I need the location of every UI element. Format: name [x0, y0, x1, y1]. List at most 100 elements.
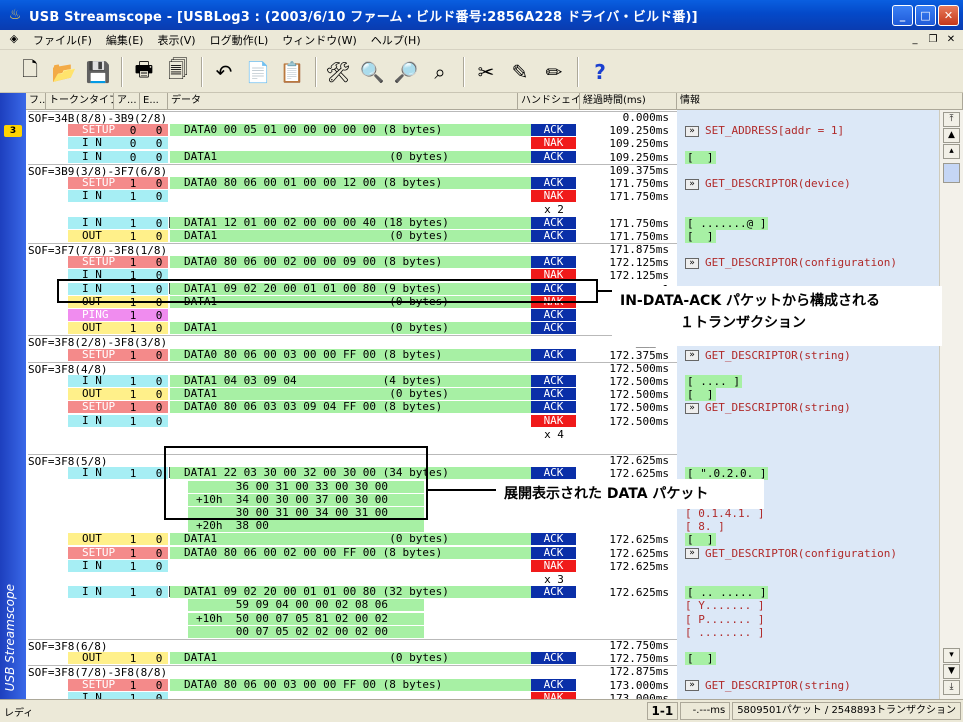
menu-file[interactable]: ファイル(F): [26, 32, 99, 48]
decode-icon[interactable]: »: [685, 350, 699, 362]
menu-view[interactable]: 表示(V): [150, 32, 202, 48]
data-packet[interactable]: DATA0 80 06 00 02 00 00 FF 00 (8 bytes): [170, 546, 532, 559]
data-packet[interactable]: DATA1 (0 bytes): [170, 322, 532, 335]
handshake-ack[interactable]: ACK: [531, 322, 576, 335]
handshake-ack[interactable]: ACK: [531, 229, 576, 242]
data-packet[interactable]: DATA0 80 06 03 03 09 04 FF 00 (8 bytes): [170, 401, 532, 414]
data-packet[interactable]: DATA1 04 03 09 04 (4 bytes): [170, 375, 532, 387]
column-endpoint[interactable]: E...: [140, 93, 168, 109]
data-packet[interactable]: DATA1 (0 bytes): [170, 652, 532, 665]
mdi-minimize-button[interactable]: _: [907, 33, 923, 47]
menu-window[interactable]: ウィンドウ(W): [275, 32, 363, 48]
scroll-thumb[interactable]: [943, 163, 960, 183]
decode-icon[interactable]: »: [685, 125, 699, 137]
handshake-ack[interactable]: ACK: [531, 150, 576, 163]
handshake-ack[interactable]: ACK: [531, 546, 576, 559]
mdi-close-button[interactable]: ✕: [943, 33, 959, 47]
scroll-page-down-icon[interactable]: ▼: [943, 664, 960, 679]
data-packet[interactable]: DATA1 (0 bytes): [170, 533, 532, 546]
decode-icon[interactable]: »: [685, 257, 699, 269]
scroll-down-icon[interactable]: ▾: [943, 648, 960, 663]
column-handshake[interactable]: ハンドシェイク: [518, 93, 580, 109]
handshake-ack[interactable]: ACK: [531, 401, 576, 414]
sof-row[interactable]: SOF=3F8(6/8): [28, 639, 677, 653]
data-packet[interactable]: DATA0 80 06 00 02 00 00 09 00 (8 bytes): [170, 256, 532, 269]
vertical-scrollbar[interactable]: ⤒ ▲ ▴ ▾ ▼ ⤓: [939, 110, 963, 699]
new-file-icon[interactable]: 🗋: [14, 56, 46, 88]
undo-icon[interactable]: ↶: [208, 56, 240, 88]
data-packet[interactable]: DATA1 (0 bytes): [170, 229, 532, 242]
data-packet[interactable]: DATA0 80 06 00 03 00 00 FF 00 (8 bytes): [170, 678, 532, 691]
handshake-nak[interactable]: NAK: [531, 414, 576, 427]
column-info[interactable]: 情報: [677, 93, 963, 109]
start-capture-icon[interactable]: ✎: [504, 56, 536, 88]
handshake-ack[interactable]: ACK: [531, 124, 576, 137]
column-data[interactable]: データ: [168, 93, 518, 109]
info-pane[interactable]: » SET_ADDRESS[addr = 1][ ]» GET_DESCRIPTOR…: [677, 110, 939, 699]
decode-icon[interactable]: »: [685, 548, 699, 560]
column-elapsed[interactable]: 経過時間(ms): [580, 93, 677, 109]
help-icon[interactable]: ?: [584, 56, 616, 88]
handshake-nak[interactable]: NAK: [531, 559, 576, 572]
filter-icon[interactable]: ✂: [470, 56, 502, 88]
decode-icon[interactable]: »: [685, 680, 699, 692]
find-next-icon[interactable]: 🔎: [390, 56, 422, 88]
data-packet[interactable]: DATA1 12 01 00 02 00 00 00 40 (18 bytes): [170, 216, 532, 229]
column-address[interactable]: ア...: [114, 93, 140, 109]
stop-capture-icon[interactable]: ✏: [538, 56, 570, 88]
column-token-type[interactable]: トークンタイプ: [46, 93, 114, 109]
scroll-top-icon[interactable]: ⤒: [943, 112, 960, 127]
open-folder-icon[interactable]: 📂: [48, 56, 80, 88]
minimize-button[interactable]: _: [892, 4, 913, 26]
data-packet[interactable]: DATA1 (0 bytes): [170, 150, 532, 163]
sof-row[interactable]: SOF=3F8(2/8)-3F8(3/8): [28, 335, 677, 349]
sof-row[interactable]: SOF=3B9(3/8)-3F7(6/8): [28, 163, 677, 178]
menu-log[interactable]: ログ動作(L): [203, 32, 276, 48]
handshake-nak[interactable]: NAK: [531, 137, 576, 150]
close-button[interactable]: ✕: [938, 4, 959, 26]
handshake-ack[interactable]: ACK: [531, 309, 576, 321]
handshake-ack[interactable]: ACK: [531, 533, 576, 546]
column-frame[interactable]: フ...: [26, 93, 46, 109]
data-packet[interactable]: DATA0 00 05 01 00 00 00 00 00 (8 bytes): [170, 124, 532, 137]
save-icon[interactable]: 💾: [82, 56, 114, 88]
data-packet[interactable]: DATA1 09 02 20 00 01 01 00 80 (32 bytes): [170, 586, 532, 599]
print-preview-icon[interactable]: 🗐: [162, 56, 194, 88]
handshake-ack[interactable]: ACK: [531, 467, 576, 480]
handshake-ack[interactable]: ACK: [531, 652, 576, 665]
print-icon[interactable]: 🖶: [128, 56, 160, 88]
handshake-ack[interactable]: ACK: [531, 348, 576, 361]
handshake-ack[interactable]: ACK: [531, 177, 576, 189]
handshake-ack[interactable]: ACK: [531, 256, 576, 269]
handshake-ack[interactable]: ACK: [531, 388, 576, 401]
decode-icon[interactable]: »: [685, 178, 699, 190]
app-icon[interactable]: ♨: [6, 6, 24, 24]
handshake-ack[interactable]: ACK: [531, 375, 576, 387]
copy-icon[interactable]: 📄: [242, 56, 274, 88]
document-icon[interactable]: ◈: [6, 32, 22, 48]
maximize-button[interactable]: □: [915, 4, 936, 26]
handshake-nak[interactable]: NAK: [531, 190, 576, 203]
scroll-up-icon[interactable]: ▴: [943, 144, 960, 159]
data-packet[interactable]: DATA0 80 06 00 03 00 00 FF 00 (8 bytes): [170, 348, 532, 361]
scroll-bottom-icon[interactable]: ⤓: [943, 680, 960, 695]
menu-help[interactable]: ヘルプ(H): [364, 32, 428, 48]
find-icon[interactable]: 🔍: [356, 56, 388, 88]
trace-view[interactable]: SOF=34B(8/8)-3B9(2/8) 0.000ms SETUP 0 0 DATA0…: [26, 110, 677, 699]
handshake-ack[interactable]: ACK: [531, 678, 576, 691]
scroll-page-up-icon[interactable]: ▲: [943, 128, 960, 143]
paste-icon[interactable]: 📋: [276, 56, 308, 88]
sof-row[interactable]: SOF=3F8(7/8)-3F8(8/8): [28, 665, 677, 679]
sof-row[interactable]: SOF=3F7(7/8)-3F8(1/8): [28, 243, 677, 257]
decode-icon[interactable]: »: [685, 402, 699, 414]
sof-row[interactable]: SOF=34B(8/8)-3B9(2/8): [28, 111, 677, 125]
sof-row[interactable]: SOF=3F8(4/8): [28, 361, 677, 376]
menu-edit[interactable]: 編集(E): [99, 32, 151, 48]
settings-icon[interactable]: 🛠: [322, 56, 354, 88]
handshake-ack[interactable]: ACK: [531, 586, 576, 599]
data-packet[interactable]: DATA1 (0 bytes): [170, 388, 532, 401]
find-prev-icon[interactable]: ⌕: [424, 56, 456, 88]
data-packet[interactable]: DATA0 80 06 00 01 00 00 12 00 (8 bytes): [170, 177, 532, 189]
handshake-nak[interactable]: NAK: [531, 691, 576, 699]
mdi-restore-button[interactable]: ❐: [925, 33, 941, 47]
